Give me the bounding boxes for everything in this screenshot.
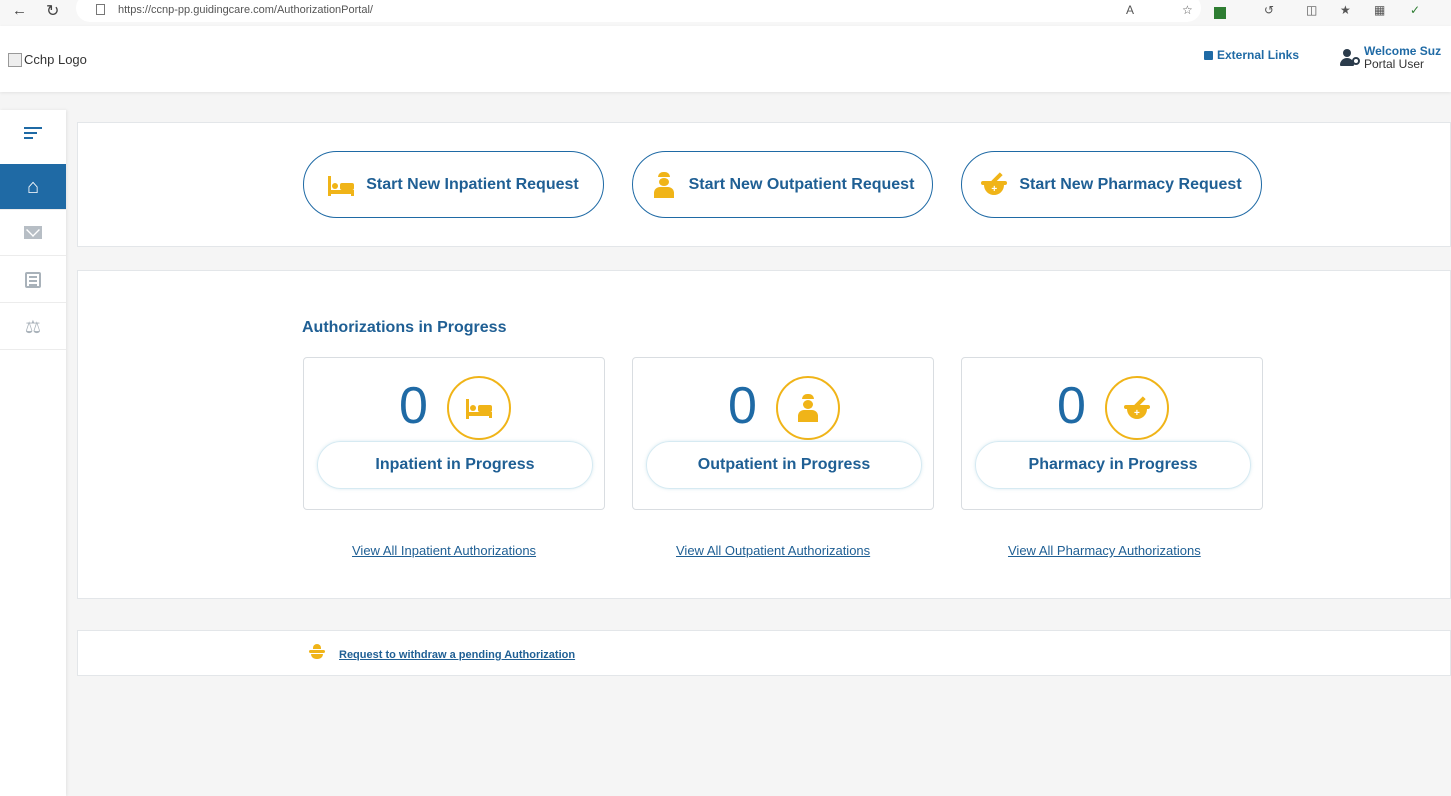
logo-alt-text: Cchp Logo <box>24 52 87 67</box>
doctor-icon <box>796 394 820 422</box>
outpatient-count: 0 <box>728 377 757 435</box>
cchp-logo[interactable]: Cchp Logo <box>8 52 87 67</box>
app-header: Cchp Logo External Links Welcome Suz Por… <box>0 26 1451 92</box>
read-aloud-icon[interactable]: A <box>1126 3 1134 17</box>
start-inpatient-request-button[interactable]: Start New Inpatient Request <box>303 151 604 218</box>
view-all-inpatient-link[interactable]: View All Inpatient Authorizations <box>352 543 536 558</box>
extension-icon[interactable] <box>1214 7 1226 19</box>
page-icon <box>96 4 105 15</box>
external-links-label: External Links <box>1217 48 1300 62</box>
address-bar-url[interactable]: https://ccnp-pp.guidingcare.com/Authoriz… <box>118 4 373 16</box>
user-menu[interactable]: Welcome Suz Portal User <box>1340 45 1441 71</box>
split-screen-icon[interactable]: ◫ <box>1306 3 1317 17</box>
favorite-star-icon[interactable]: ☆ <box>1182 3 1193 17</box>
collections-icon[interactable]: ▦ <box>1374 3 1385 17</box>
withdraw-panel: Request to withdraw a pending Authorizat… <box>77 630 1451 676</box>
home-icon: ⌂ <box>26 175 40 198</box>
sidebar-item-home[interactable]: ⌂ <box>0 164 66 210</box>
authorizations-panel: Authorizations in Progress 0 Inpatient i… <box>77 270 1451 599</box>
user-settings-icon <box>1340 49 1360 67</box>
broken-image-icon <box>8 52 22 67</box>
inpatient-in-progress-button[interactable]: Inpatient in Progress <box>317 441 593 489</box>
favorites-icon[interactable]: ★ <box>1340 3 1351 17</box>
inpatient-circle <box>447 376 511 440</box>
sidebar-item-list[interactable] <box>0 257 66 303</box>
sidebar-menu-toggle[interactable] <box>0 110 66 156</box>
sidebar: ⌂ ⚖ <box>0 110 66 796</box>
start-request-panel: Start New Inpatient Request Start New Ou… <box>77 122 1451 247</box>
reload-icon[interactable]: ↻ <box>46 1 59 21</box>
start-pharmacy-request-button[interactable]: + Start New Pharmacy Request <box>961 151 1262 218</box>
external-links-link[interactable]: External Links <box>1204 48 1299 62</box>
pharmacy-card: 0 + Pharmacy in Progress <box>961 357 1263 510</box>
view-all-pharmacy-link[interactable]: View All Pharmacy Authorizations <box>1008 543 1201 558</box>
hospital-bed-icon <box>328 172 355 198</box>
pharmacy-count: 0 <box>1057 377 1086 435</box>
start-inpatient-label: Start New Inpatient Request <box>366 175 579 193</box>
scale-icon: ⚖ <box>24 316 42 337</box>
hospital-bed-icon <box>466 396 492 420</box>
outpatient-in-progress-button[interactable]: Outpatient in Progress <box>646 441 922 489</box>
inpatient-count: 0 <box>399 377 428 435</box>
start-outpatient-label: Start New Outpatient Request <box>688 175 915 193</box>
start-outpatient-request-button[interactable]: Start New Outpatient Request <box>632 151 933 218</box>
user-role: Portal User <box>1364 57 1425 71</box>
pharmacy-in-progress-button[interactable]: Pharmacy in Progress <box>975 441 1251 489</box>
section-title: Authorizations in Progress <box>302 319 507 336</box>
shopping-icon[interactable]: ✓ <box>1410 3 1420 17</box>
outpatient-circle <box>776 376 840 440</box>
doctor-icon <box>651 171 677 198</box>
mortar-pestle-icon: + <box>981 171 1008 198</box>
browser-toolbar: ← ↻ https://ccnp-pp.guidingcare.com/Auth… <box>0 0 1451 26</box>
view-all-outpatient-link[interactable]: View All Outpatient Authorizations <box>676 543 870 558</box>
layers-icon <box>309 644 325 660</box>
sidebar-item-appeals[interactable]: ⚖ <box>0 304 66 350</box>
hamburger-menu-icon <box>24 126 42 140</box>
list-icon <box>25 271 41 288</box>
withdraw-request-link[interactable]: Request to withdraw a pending Authorizat… <box>339 649 575 661</box>
pharmacy-circle: + <box>1105 376 1169 440</box>
external-link-icon <box>1204 50 1213 60</box>
mortar-pestle-icon: + <box>1124 396 1150 420</box>
sidebar-item-messages[interactable] <box>0 210 66 256</box>
start-pharmacy-label: Start New Pharmacy Request <box>1019 175 1242 193</box>
back-arrow-icon[interactable]: ← <box>12 2 27 19</box>
refresh-extension-icon[interactable]: ↺ <box>1264 3 1274 17</box>
inpatient-card: 0 Inpatient in Progress <box>303 357 605 510</box>
outpatient-card: 0 Outpatient in Progress <box>632 357 934 510</box>
envelope-icon <box>24 226 42 239</box>
